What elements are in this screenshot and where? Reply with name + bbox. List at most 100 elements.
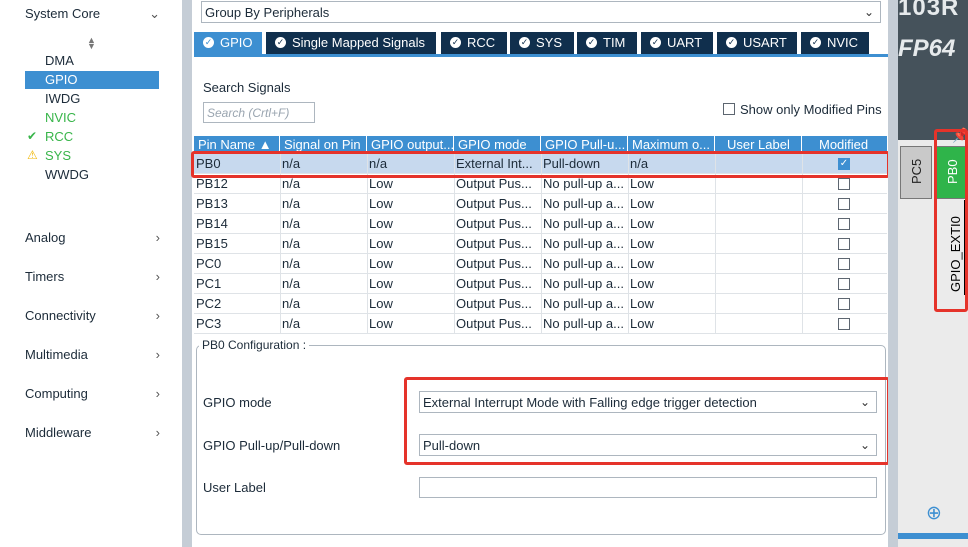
sort-icon[interactable]: ▲ ▼: [87, 36, 96, 51]
show-modified-checkbox[interactable]: [723, 103, 735, 115]
tab-sys[interactable]: ✓ SYS: [510, 32, 574, 54]
modified-checkbox[interactable]: [838, 178, 850, 190]
col-header-gpio-mode[interactable]: GPIO mode: [454, 136, 541, 154]
chevron-down-icon: ⌄: [863, 5, 874, 19]
table-cell-max: Low: [630, 196, 654, 211]
sidebar-item-nvic[interactable]: NVIC: [25, 109, 159, 127]
tab-usart[interactable]: ✓ USART: [717, 32, 797, 54]
tab-label: RCC: [467, 35, 496, 50]
table-cell-output: Low: [369, 236, 393, 251]
sidebar-item-sys[interactable]: ⚠ SYS: [25, 147, 159, 165]
check-circle-icon: ✓: [810, 37, 821, 48]
check-circle-icon: ✓: [519, 37, 530, 48]
modified-checkbox[interactable]: [838, 298, 850, 310]
pin-signal-connector: [964, 200, 966, 295]
pin-pc5[interactable]: PC5: [900, 146, 932, 199]
user-label-input[interactable]: [419, 477, 877, 498]
tab-tim[interactable]: ✓ TIM: [577, 32, 637, 54]
category-connectivity[interactable]: Connectivity ›: [25, 305, 170, 327]
tab-single-mapped-signals[interactable]: ✓ Single Mapped Signals: [266, 32, 436, 54]
gpio-pull-select[interactable]: Pull-down ⌄: [419, 434, 877, 456]
tab-label: SYS: [536, 35, 563, 50]
category-label: Multimedia: [25, 347, 88, 362]
tab-underline: [194, 54, 889, 57]
col-header-user-label[interactable]: User Label: [715, 136, 802, 154]
category-computing[interactable]: Computing ›: [25, 383, 170, 405]
tab-label: Single Mapped Signals: [292, 35, 425, 50]
table-cell-mode: Output Pus...: [456, 236, 532, 251]
tab-nvic[interactable]: ✓ NVIC: [801, 32, 869, 54]
sidebar-item-label: IWDG: [45, 91, 81, 106]
sidebar-item-dma[interactable]: DMA: [25, 52, 159, 70]
table-cell-pull: No pull-up a...: [543, 316, 624, 331]
panel-splitter[interactable]: [182, 0, 192, 547]
chevron-down-icon: ⌄: [149, 6, 160, 21]
sidebar-item-wwdg[interactable]: WWDG: [25, 166, 159, 184]
category-analog[interactable]: Analog ›: [25, 227, 170, 249]
tab-rcc[interactable]: ✓ RCC: [441, 32, 507, 54]
table-cell-output: n/a: [369, 156, 388, 171]
tab-uart[interactable]: ✓ UART: [641, 32, 713, 54]
table-cell-max: n/a: [630, 156, 649, 171]
sidebar-item-label: GPIO: [45, 72, 78, 87]
category-timers[interactable]: Timers ›: [25, 266, 170, 288]
panel-splitter[interactable]: [888, 0, 898, 547]
modified-checkbox[interactable]: [838, 258, 850, 270]
col-header-modified[interactable]: Modified: [802, 136, 887, 154]
group-by-select[interactable]: Group By Peripherals ⌄: [201, 1, 881, 23]
modified-checkbox[interactable]: [838, 278, 850, 290]
table-cell-mode: Output Pus...: [456, 276, 532, 291]
table-cell-max: Low: [630, 176, 654, 191]
col-header-maximum-output[interactable]: Maximum o...: [628, 136, 715, 154]
table-cell-mode: Output Pus...: [456, 176, 532, 191]
table-cell-pull: No pull-up a...: [543, 256, 624, 271]
col-header-gpio-pull[interactable]: GPIO Pull-u...: [541, 136, 628, 154]
warning-icon: ⚠: [27, 148, 38, 162]
check-circle-icon: ✓: [203, 37, 214, 48]
pin-signal-label[interactable]: GPIO_EXTI0: [948, 216, 963, 292]
zoom-in-icon[interactable]: ⊕: [926, 502, 942, 525]
table-cell-mode: Output Pus...: [456, 196, 532, 211]
sidebar-item-iwdg[interactable]: IWDG: [25, 90, 159, 108]
modified-checkbox[interactable]: [838, 238, 850, 250]
modified-checkbox[interactable]: [838, 218, 850, 230]
category-multimedia[interactable]: Multimedia ›: [25, 344, 170, 366]
column-divider: [628, 154, 629, 334]
category-middleware[interactable]: Middleware ›: [25, 422, 170, 444]
chevron-right-icon: ›: [155, 386, 160, 401]
col-header-gpio-output[interactable]: GPIO output...: [367, 136, 454, 154]
col-header-pin-name[interactable]: Pin Name ▲: [194, 136, 280, 154]
modified-checkbox[interactable]: [838, 318, 850, 330]
modified-checkbox[interactable]: ✓: [838, 158, 850, 170]
table-cell-pull: No pull-up a...: [543, 196, 624, 211]
table-cell-output: Low: [369, 316, 393, 331]
column-divider: [715, 154, 716, 334]
table-cell-pull: No pull-up a...: [543, 216, 624, 231]
tab-label: UART: [667, 35, 703, 50]
table-cell-pull: No pull-up a...: [543, 176, 624, 191]
table-cell-signal: n/a: [282, 316, 301, 331]
table-cell-pin: PB0: [196, 156, 221, 171]
category-label: Middleware: [25, 425, 92, 440]
pushpin-icon: 📌: [952, 127, 968, 143]
column-divider: [541, 154, 542, 334]
group-by-value: Group By Peripherals: [205, 5, 330, 20]
pin-pb0[interactable]: PB0: [936, 146, 966, 199]
category-system-core[interactable]: System Core ⌄: [25, 3, 170, 25]
sidebar-item-rcc[interactable]: ✔ RCC: [25, 128, 159, 146]
column-divider: [454, 154, 455, 334]
column-divider: [280, 154, 281, 334]
tab-gpio[interactable]: ✓ GPIO: [194, 32, 262, 54]
table-cell-pin: PC1: [196, 276, 222, 291]
table-cell-pin: PB13: [196, 196, 228, 211]
check-circle-icon: ✓: [450, 37, 461, 48]
gpio-mode-select[interactable]: External Interrupt Mode with Falling edg…: [419, 391, 877, 413]
search-signals-input[interactable]: [203, 102, 315, 123]
chevron-down-icon: ⌄: [859, 395, 870, 409]
col-header-signal[interactable]: Signal on Pin: [280, 136, 367, 154]
table-cell-signal: n/a: [282, 196, 301, 211]
table-cell-pin: PB14: [196, 216, 228, 231]
category-label: Connectivity: [25, 308, 96, 323]
sidebar-item-gpio[interactable]: GPIO: [25, 71, 159, 89]
modified-checkbox[interactable]: [838, 198, 850, 210]
